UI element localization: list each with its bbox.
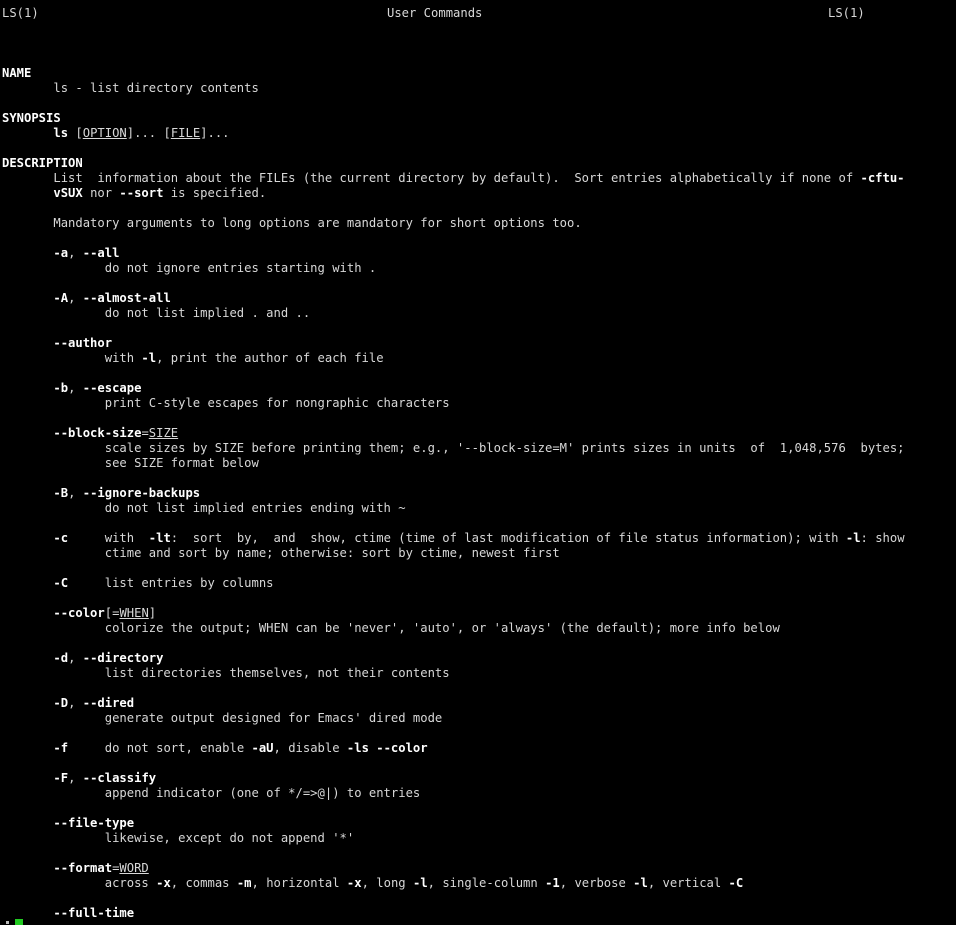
header-center: User Commands [387,6,483,20]
option-c-line-1: -c with -lt: sort by, and show, ctime (t… [53,531,905,545]
option-c-line-2: ctime and sort by name; otherwise: sort … [104,546,560,560]
option-D-desc: generate output designed for Emacs' dire… [104,711,443,725]
option-file-type-flags: --file-type [53,816,135,830]
terminal-cursor [15,919,23,925]
option-file-type-desc: likewise, except do not append '*' [104,831,355,845]
option-A-flags: -A, --almost-all [53,291,171,305]
option-F-flags: -F, --classify [53,771,157,785]
option-block-size-desc-2: see SIZE format below [104,456,259,470]
option-color-desc: colorize the output; WHEN can be 'never'… [104,621,780,635]
option-block-size-desc-1: scale sizes by SIZE before printing them… [104,441,905,455]
description-line-1: List information about the FILEs (the cu… [53,171,905,185]
option-b-flags: -b, --escape [53,381,142,395]
option-d-desc: list directories themselves, not their c… [104,666,450,680]
synopsis-line: ls [OPTION]... [FILE]... [53,126,230,140]
name-text: ls - list directory contents [53,81,259,95]
option-b-desc: print C-style escapes for nongraphic cha… [104,396,450,410]
option-a-desc: do not ignore entries starting with . [104,261,377,275]
man-header: LS(1) User Commands LS(1) [2,6,954,21]
header-left: LS(1) [2,6,39,20]
description-line-2: vSUX nor --sort is specified. [53,186,267,200]
header-right: LS(1) [828,6,865,20]
option-full-time-flags: --full-time [53,906,135,920]
man-page: LS(1) User Commands LS(1) NAME ls - list d… [2,6,954,921]
section-heading-description: DESCRIPTION [2,156,83,170]
option-B-desc: do not list implied entries ending with … [104,501,406,515]
option-format-desc: across -x, commas -m, horizontal -x, lon… [104,876,744,890]
synopsis-file: FILE [170,126,201,140]
option-A-desc: do not list implied . and .. [104,306,311,320]
option-color-flags: --color[=WHEN] [53,606,157,620]
synopsis-option: OPTION [82,126,127,140]
option-F-desc: append indicator (one of */=>@|) to entr… [104,786,421,800]
option-B-flags: -B, --ignore-backups [53,486,201,500]
option-author-flags: --author [53,336,113,350]
section-heading-name: NAME [2,66,32,80]
terminal-window[interactable]: { "header": { "left": "LS(1)", "center":… [0,0,956,925]
option-f-line: -f do not sort, enable -aU, disable -ls … [53,741,428,755]
prompt-mark [6,921,9,924]
option-d-flags: -d, --directory [53,651,164,665]
option-C-line: -C list entries by columns [53,576,274,590]
option-a-flags: -a, --all [53,246,120,260]
section-heading-synopsis: SYNOPSIS [2,111,61,125]
option-D-flags: -D, --dired [53,696,135,710]
option-format-flags: --format=WORD [53,861,149,875]
option-block-size-flags: --block-size=SIZE [53,426,179,440]
option-author-desc: with -l, print the author of each file [104,351,384,365]
description-mandatory: Mandatory arguments to long options are … [53,216,582,230]
